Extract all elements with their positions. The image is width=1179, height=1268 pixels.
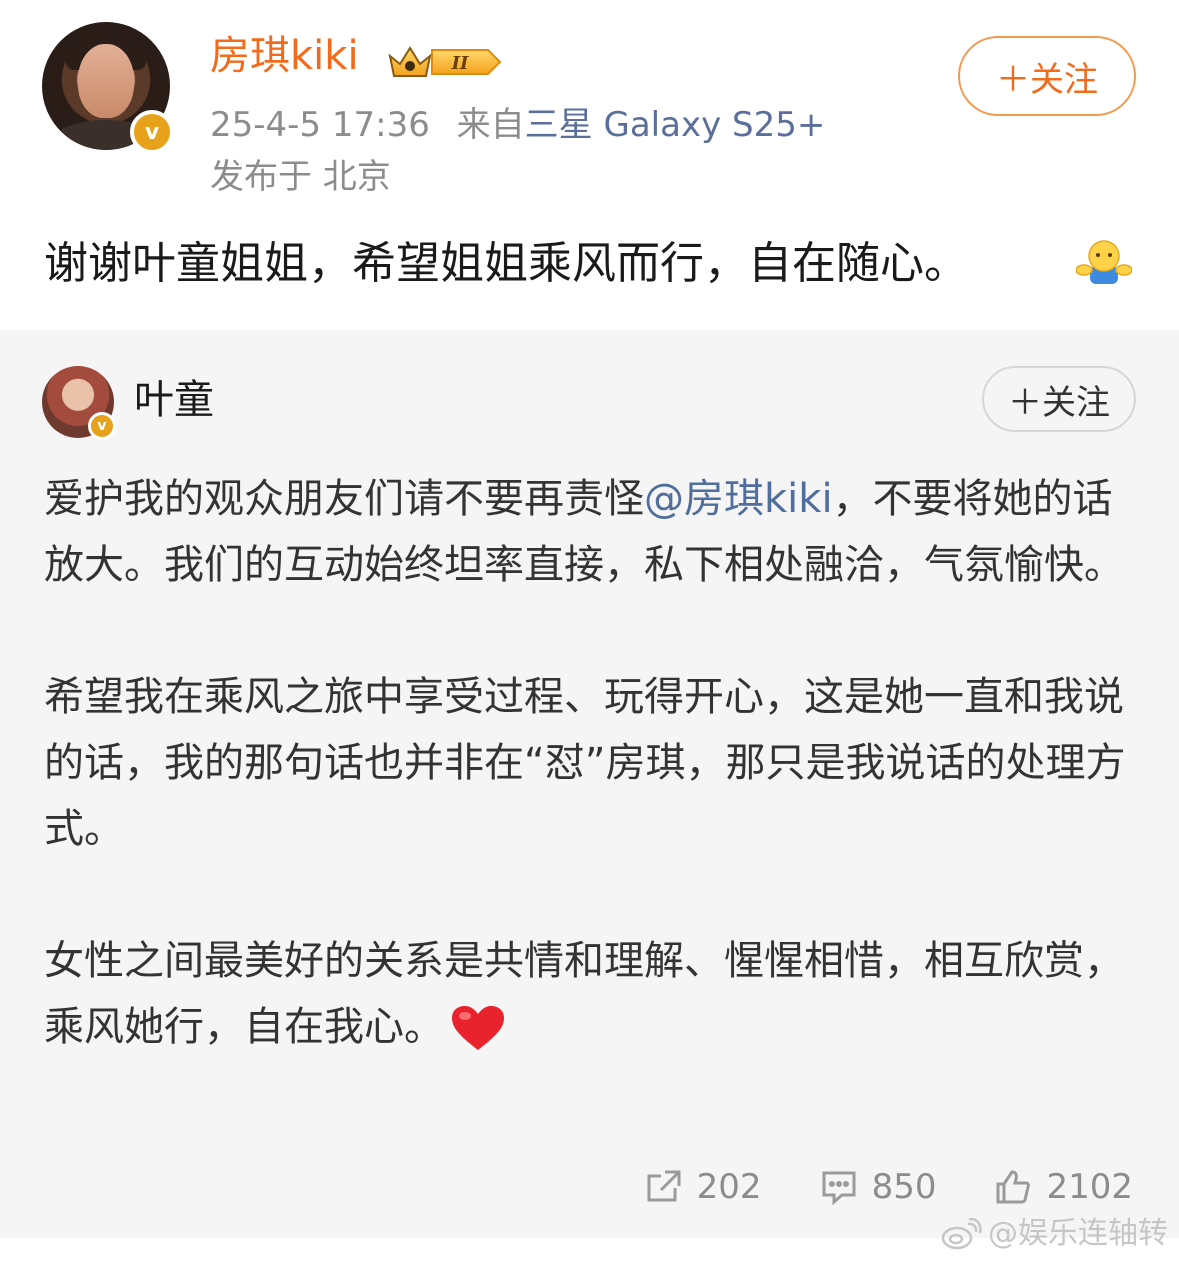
timestamp: 25-4-5 17:36 (210, 105, 430, 145)
comment-icon (822, 1171, 856, 1206)
level-badge-icon: II (388, 46, 502, 77)
location: 发布于 北京 (210, 157, 391, 197)
post-text: 谢谢叶童姐姐，希望姐姐乘风而行，自在随心。 (44, 238, 968, 289)
comment-button[interactable]: 850 (820, 1167, 937, 1207)
repost-paragraph-1: 爱护我的观众朋友们请不要再责怪@房琪kiki，不要将她的话放大。我们的互动始终坦… (44, 476, 1124, 588)
repost-button[interactable]: 202 (645, 1167, 762, 1207)
heart-emoji-icon (452, 1006, 504, 1050)
watermark-text: @娱乐连轴转 (988, 1216, 1168, 1251)
weibo-logo-icon (941, 1218, 982, 1250)
repost-paragraph-2: 希望我在乘风之旅中享受过程、玩得开心，这是她一直和我说的话，我的那句话也并非在“… (44, 674, 1126, 852)
device-link[interactable]: 三星 Galaxy S25+ (525, 105, 826, 145)
repost-count: 202 (696, 1167, 762, 1207)
comment-count: 850 (871, 1167, 937, 1207)
share-icon (647, 1170, 681, 1202)
source-prefix: 来自 (456, 105, 525, 145)
repost-paragraph-3: 女性之间最美好的关系是共情和理解、惺惺相惜，相互欣赏，乘风她行，自在我心。 (44, 928, 1134, 1060)
verified-icon: v (88, 412, 116, 440)
verified-icon: v (130, 110, 174, 154)
hug-emoji-icon (1076, 240, 1132, 284)
post-meta: 25-4-5 17:36 来自三星 Galaxy S25+ (210, 108, 825, 142)
svg-text:II: II (451, 53, 469, 74)
thumbs-up-icon (996, 1170, 1031, 1204)
like-count: 2102 (1046, 1167, 1133, 1207)
like-button[interactable]: 2102 (994, 1167, 1133, 1207)
watermark: @娱乐连轴转 (940, 1218, 1168, 1250)
repost-username[interactable]: 叶童 (134, 380, 214, 420)
repost-body: 爱护我的观众朋友们请不要再责怪@房琪kiki，不要将她的话放大。我们的互动始终坦… (44, 466, 1134, 1060)
weibo-post-screen: v 房琪kiki II 25-4-5 17:36 来自三星 Galaxy S25… (0, 0, 1179, 1268)
follow-button[interactable]: ＋关注 (958, 36, 1136, 116)
repost-follow-button[interactable]: ＋关注 (982, 366, 1136, 432)
action-bar: 202 850 2102 (645, 1162, 1133, 1212)
username[interactable]: 房琪kiki (210, 36, 359, 76)
reposted-content[interactable]: v 叶童 ＋关注 爱护我的观众朋友们请不要再责怪@房琪kiki，不要将她的话放大… (0, 330, 1179, 1238)
mention-link[interactable]: @房琪kiki (644, 476, 833, 522)
